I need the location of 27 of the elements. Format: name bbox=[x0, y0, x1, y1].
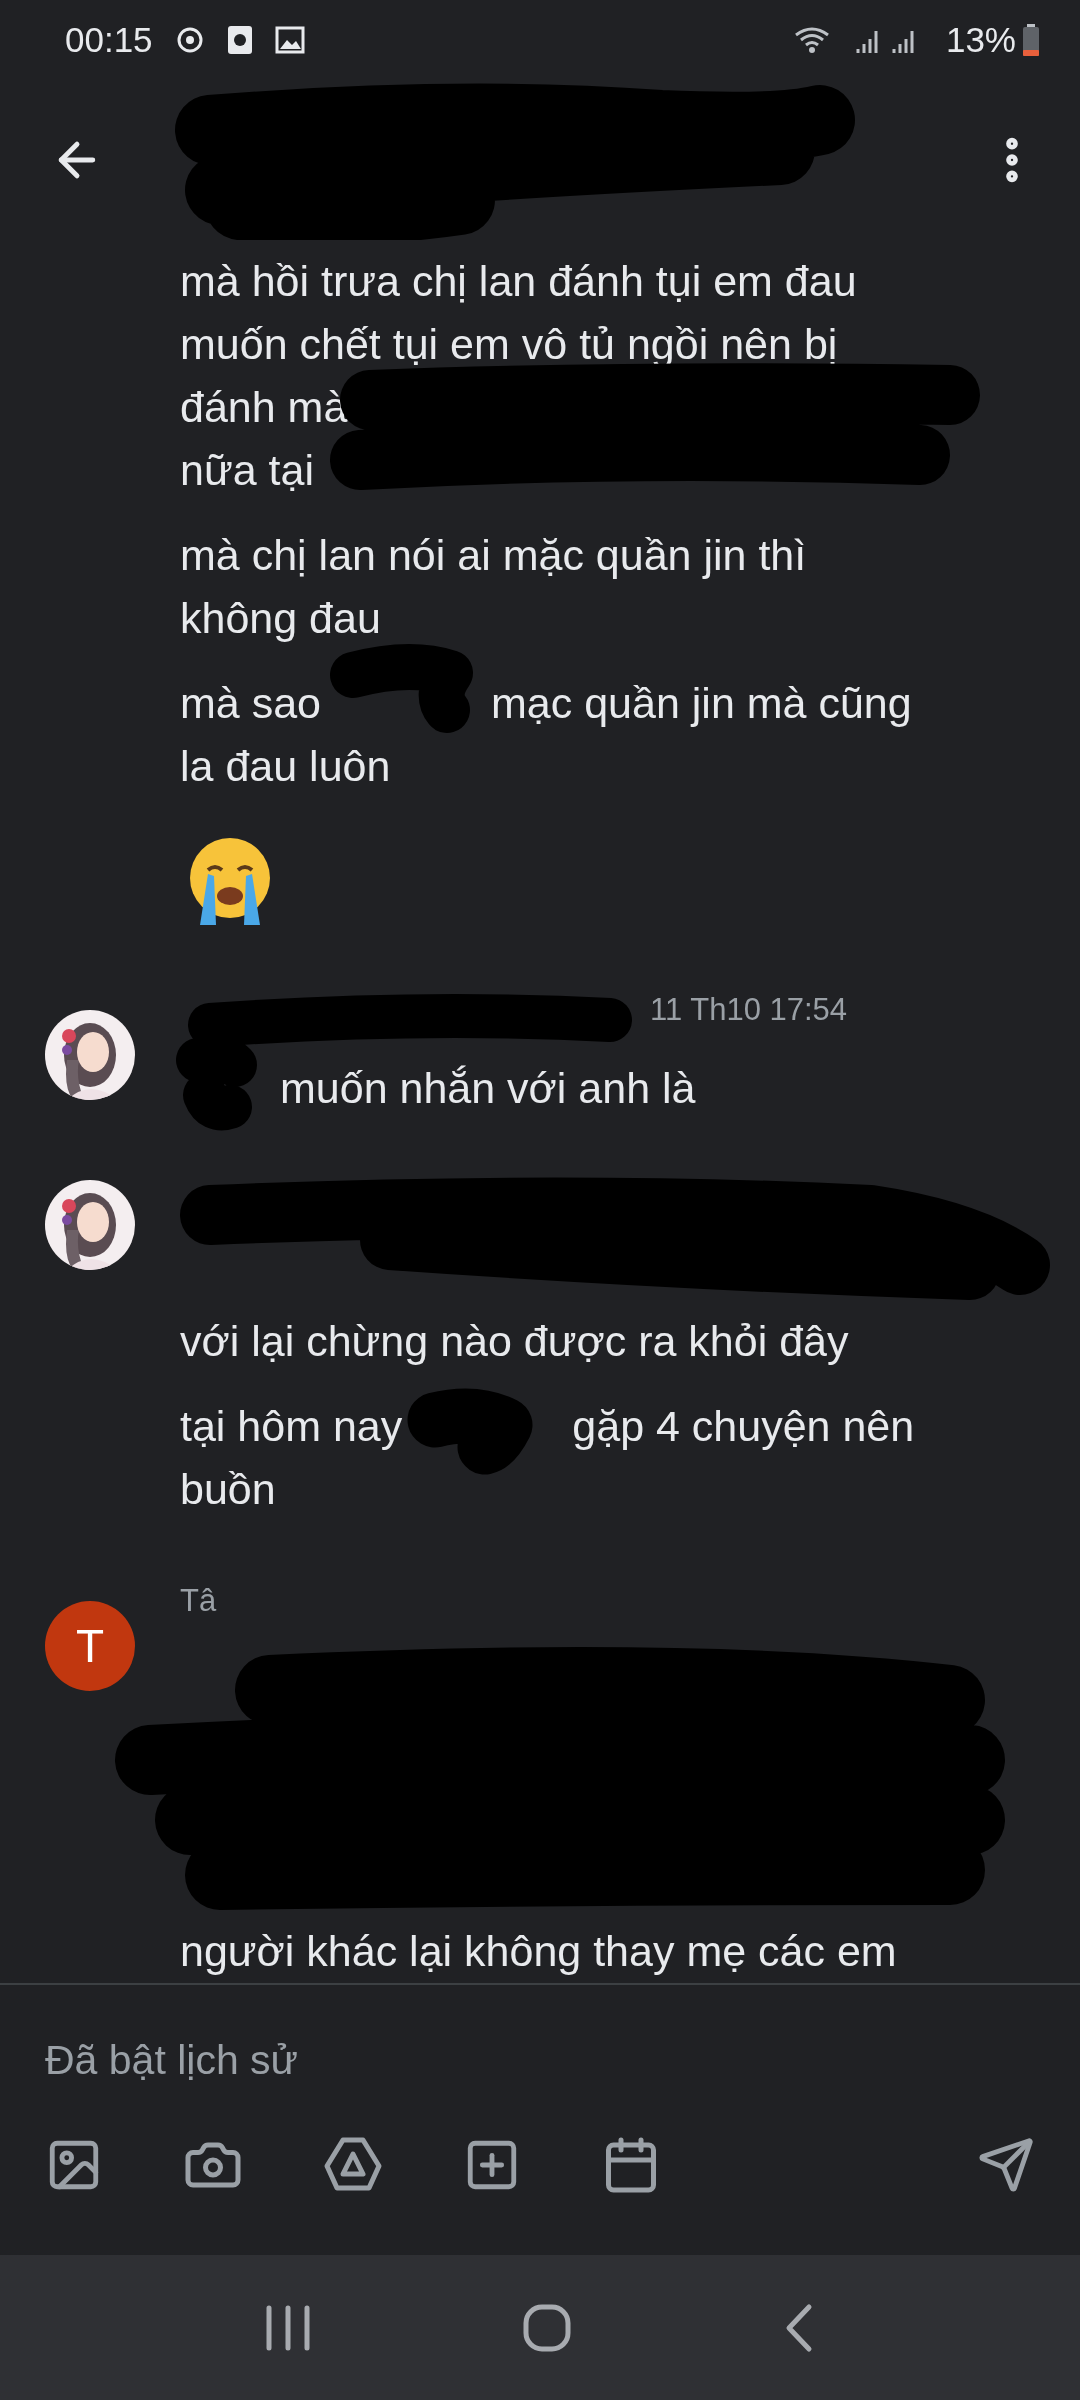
message-input[interactable]: Đã bật lịch sử bbox=[45, 2030, 1035, 2090]
recent-apps-icon[interactable] bbox=[265, 2303, 312, 2352]
gallery-icon bbox=[274, 26, 305, 54]
message-text: mà hồi trưa chị lan đánh tụi em đau bbox=[180, 256, 857, 307]
message-text: muốn chết tụi em vô tủ ngồi nên bị bbox=[180, 319, 838, 370]
avatar-letter: T bbox=[45, 1601, 135, 1691]
message-text: người khác lại không thay mẹ các em bbox=[180, 1926, 897, 1977]
message-text: mà sao bbox=[180, 678, 321, 729]
home-icon[interactable] bbox=[522, 2302, 572, 2353]
message-text: mạc quần jin mà cũng bbox=[491, 678, 912, 729]
message-text: gặp 4 chuyện nên bbox=[572, 1401, 915, 1452]
message-text: mà chị lan nói ai mặc quần jin thì bbox=[180, 530, 807, 581]
status-time: 00:15 bbox=[65, 20, 153, 60]
drive-button[interactable] bbox=[323, 2136, 383, 2194]
battery-icon bbox=[1022, 24, 1040, 56]
send-button[interactable] bbox=[977, 2136, 1035, 2194]
message-text: không đau bbox=[180, 593, 381, 644]
message-text: nữa tại bbox=[180, 445, 314, 496]
message-text: tại hôm nay bbox=[180, 1401, 403, 1452]
sender-name: Tâ bbox=[180, 1583, 217, 1619]
message-time: 11 Th10 17:54 bbox=[650, 992, 848, 1028]
message-text: buồn bbox=[180, 1464, 276, 1515]
message-text: la đau luôn bbox=[180, 741, 391, 792]
message-text: với lại chừng nào được ra khỏi đây bbox=[180, 1316, 849, 1367]
message-text: đánh mà bbox=[180, 382, 348, 433]
battery-percent: 13% bbox=[945, 20, 1016, 60]
message-text: muốn nhắn với anh là bbox=[280, 1063, 696, 1114]
